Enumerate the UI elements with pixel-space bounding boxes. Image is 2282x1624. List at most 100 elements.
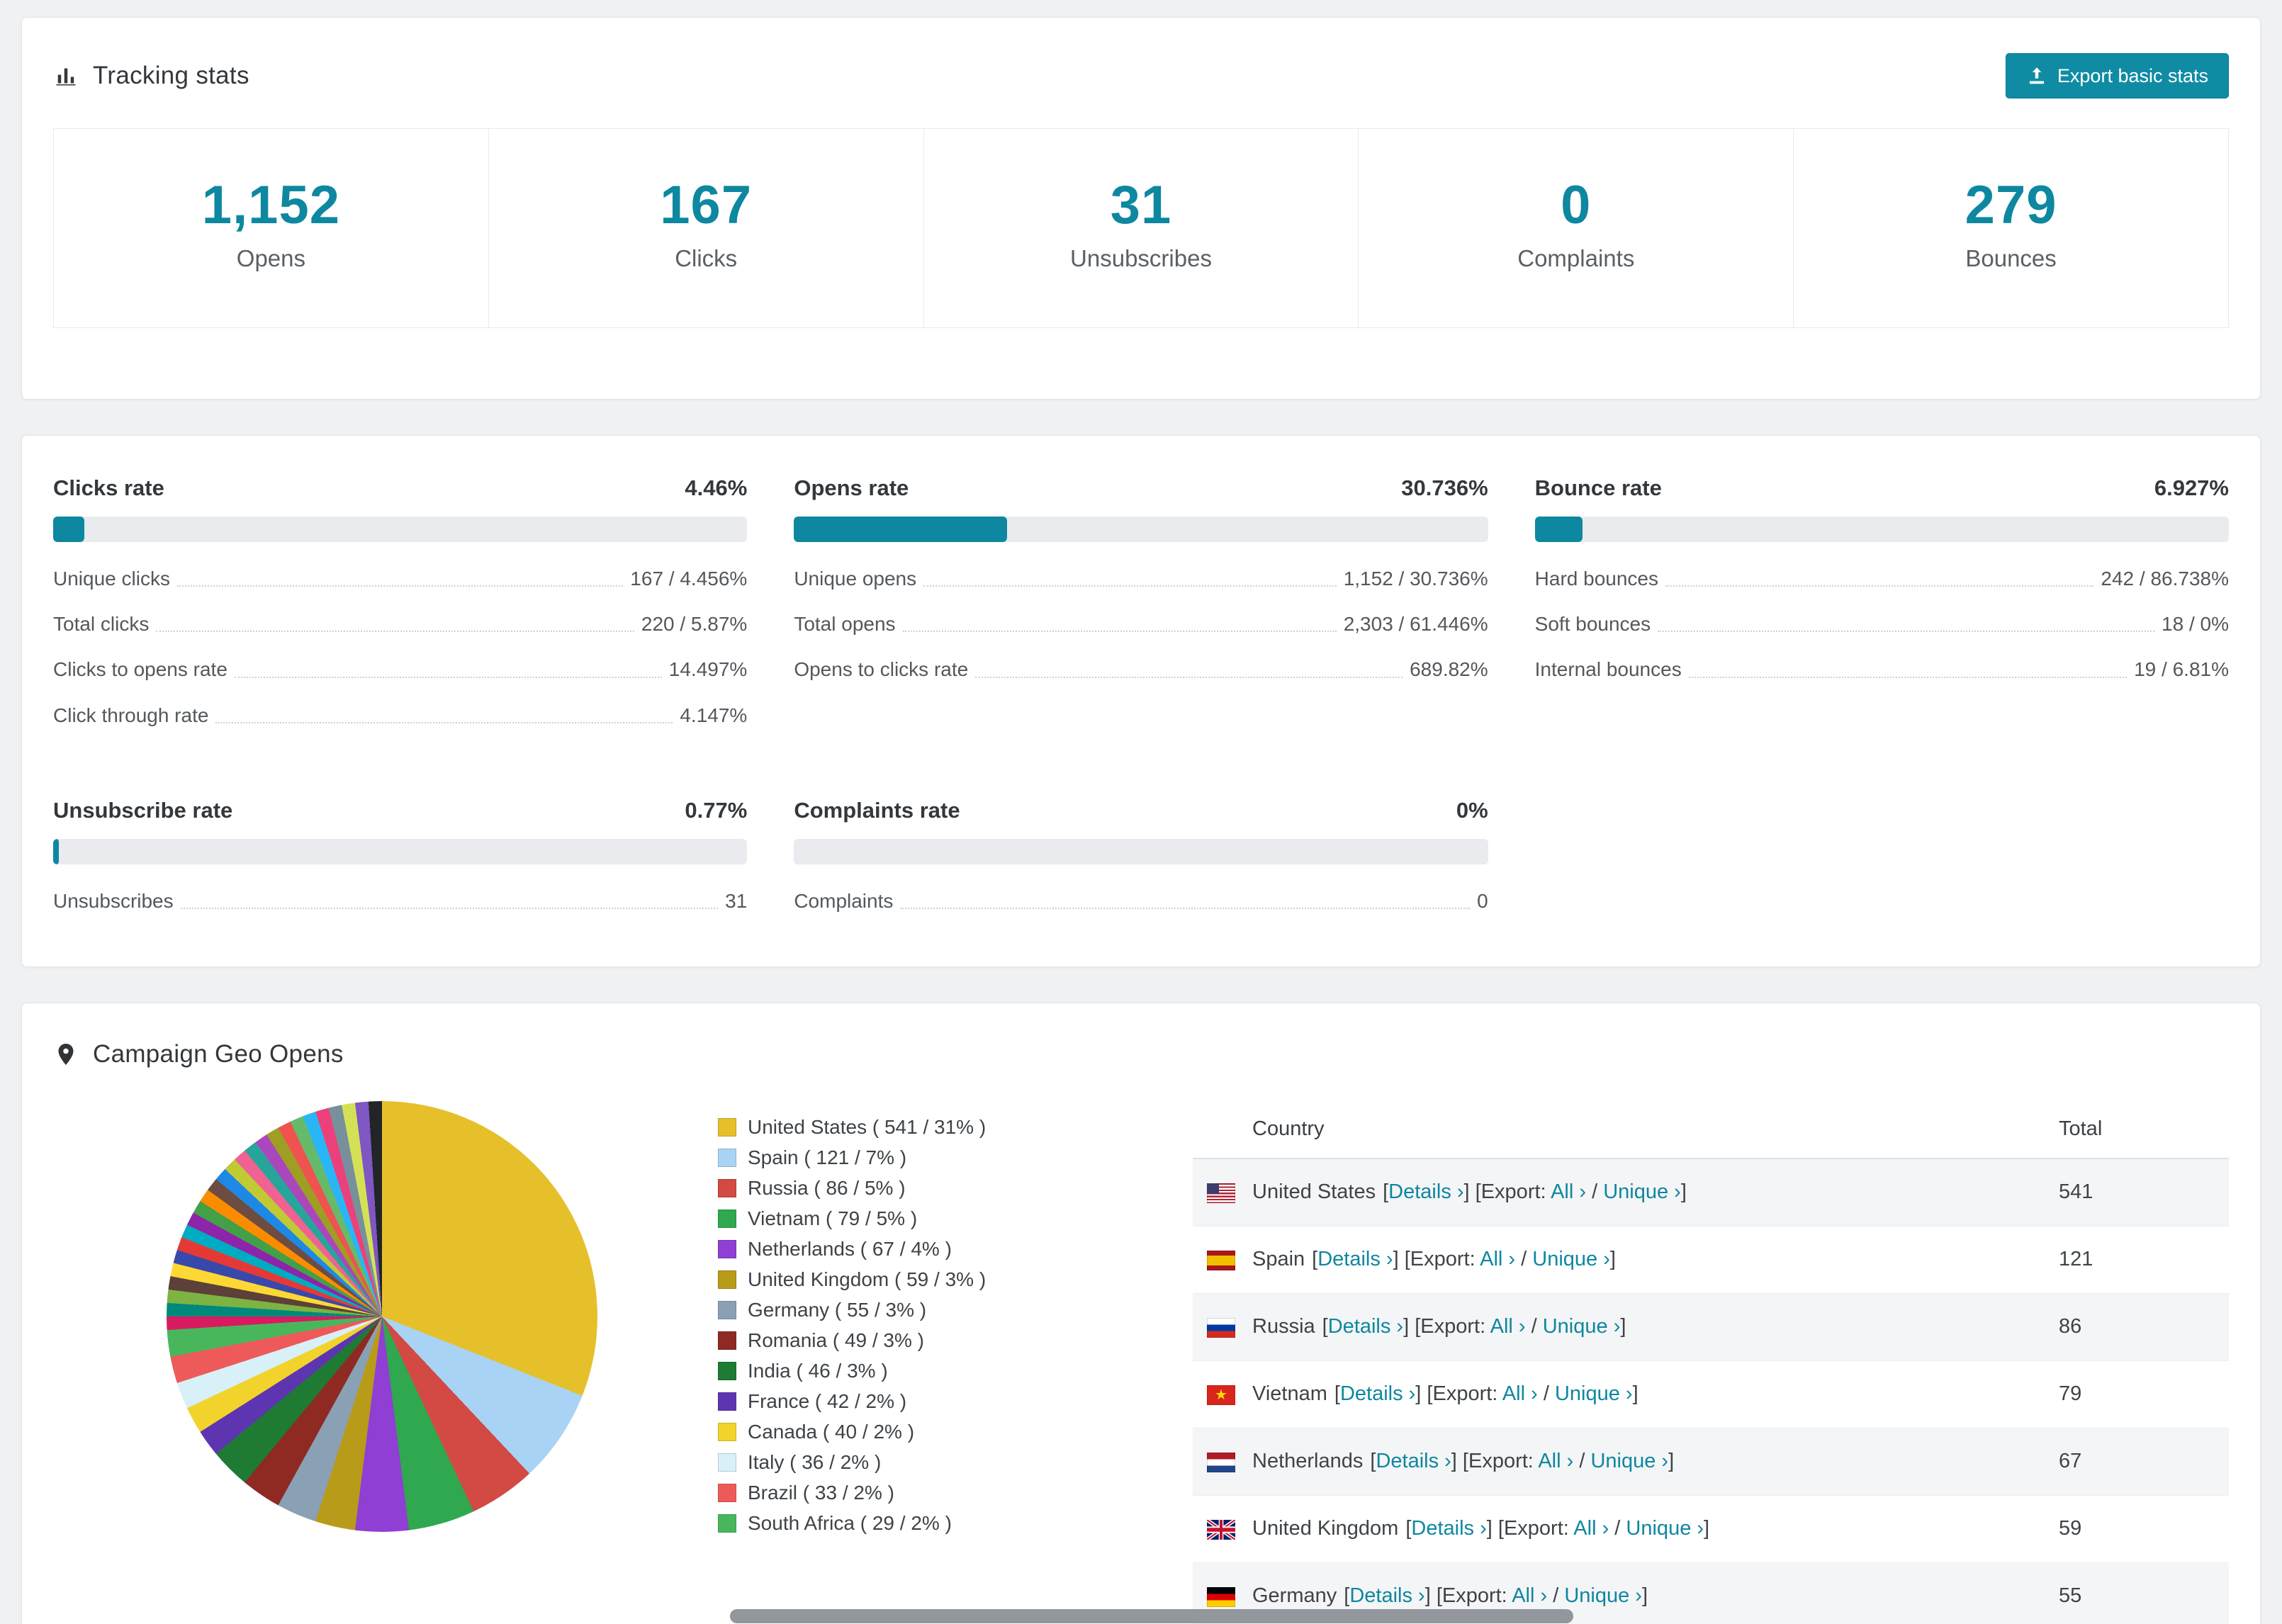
export-basic-stats-button[interactable]: Export basic stats xyxy=(2005,53,2229,98)
progress-bar-fill xyxy=(53,517,84,542)
legend-label: Russia ( 86 / 5% ) xyxy=(748,1177,906,1200)
slash: / xyxy=(1515,1248,1533,1271)
details-link[interactable]: Details › xyxy=(1328,1315,1403,1338)
export-unique-link[interactable]: Unique › xyxy=(1590,1450,1668,1472)
legend-item: Brazil ( 33 / 2% ) xyxy=(718,1478,1104,1509)
metric-value: 242 / 86.738% xyxy=(2101,568,2229,590)
metric-label: Click through rate xyxy=(53,704,209,726)
country-total: 59 xyxy=(2059,1517,2082,1540)
progress-bar-fill xyxy=(794,517,1008,542)
progress-bar xyxy=(53,517,748,542)
country-name: Vietnam xyxy=(1252,1382,1327,1406)
bracket: ] xyxy=(1609,1248,1616,1271)
bracket: ] xyxy=(1632,1382,1639,1406)
details-link[interactable]: Details › xyxy=(1340,1382,1415,1405)
legend-color-swatch xyxy=(718,1179,736,1198)
stat-box-opens: 1,152 Opens xyxy=(54,129,489,327)
geo-opens-content: United States ( 541 / 31% ) Spain ( 121 … xyxy=(53,1100,2229,1624)
export-all-link[interactable]: All › xyxy=(1502,1382,1538,1405)
metric-row: Complaints 0 xyxy=(794,879,1488,924)
legend-item: Russia ( 86 / 5% ) xyxy=(718,1173,1104,1204)
metric-label: Opens to clicks rate xyxy=(794,658,969,681)
slash: / xyxy=(1573,1450,1591,1473)
export-prefix: [Export: xyxy=(1497,1517,1569,1540)
metric-row: Internal bounces 19 / 6.81% xyxy=(1535,647,2229,692)
tracking-stats-header: Tracking stats Export basic stats xyxy=(53,53,2229,98)
legend-color-swatch xyxy=(718,1301,736,1320)
legend-item: Vietnam ( 79 / 5% ) xyxy=(718,1204,1104,1234)
rate-rows: Unique clicks 167 / 4.456% Total clicks … xyxy=(53,556,747,738)
country-name: United Kingdom xyxy=(1252,1517,1399,1540)
metric-value: 2,303 / 61.446% xyxy=(1343,613,1488,636)
bracket: ] xyxy=(1668,1450,1675,1473)
export-all-link[interactable]: All › xyxy=(1490,1315,1526,1338)
flag-nl-icon xyxy=(1207,1452,1235,1472)
rate-panel: Clicks rate 4.46% Unique clicks 167 / 4.… xyxy=(53,475,748,738)
legend-label: Canada ( 40 / 2% ) xyxy=(748,1421,915,1443)
country-cell: United States [Details ›] [Export: All › … xyxy=(1193,1180,2059,1204)
metric-row: Opens to clicks rate 689.82% xyxy=(794,647,1488,692)
rate-head: Complaints rate 0% xyxy=(794,798,1488,823)
country-cell: United Kingdom [Details ›] [Export: All ›… xyxy=(1193,1517,2059,1540)
bracket: ] xyxy=(1680,1180,1687,1204)
export-unique-link[interactable]: Unique › xyxy=(1626,1517,1704,1540)
rate-title: Clicks rate xyxy=(53,475,164,500)
rate-rows: Unique opens 1,152 / 30.736% Total opens… xyxy=(794,556,1488,693)
details-link[interactable]: Details › xyxy=(1349,1584,1424,1607)
flag-us-icon xyxy=(1207,1183,1235,1203)
bracket: ] xyxy=(1415,1382,1422,1406)
flag-vn-icon: ★ xyxy=(1207,1385,1235,1405)
export-unique-link[interactable]: Unique › xyxy=(1603,1180,1681,1203)
details-link[interactable]: Details › xyxy=(1411,1517,1486,1540)
stats-row: 1,152 Opens 167 Clicks 31 Unsubscribes 0… xyxy=(53,128,2229,328)
legend-label: United States ( 541 / 31% ) xyxy=(748,1116,987,1139)
table-row: United Kingdom [Details ›] [Export: All ›… xyxy=(1193,1496,2229,1563)
details-link[interactable]: Details › xyxy=(1388,1180,1463,1203)
export-all-link[interactable]: All › xyxy=(1480,1248,1515,1270)
rate-title: Bounce rate xyxy=(1534,475,1662,500)
rate-head: Opens rate 30.736% xyxy=(794,475,1488,501)
slash: / xyxy=(1586,1180,1604,1204)
export-unique-link[interactable]: Unique › xyxy=(1555,1382,1633,1405)
export-unique-link[interactable]: Unique › xyxy=(1564,1584,1642,1607)
bracket: [ xyxy=(1334,1382,1340,1406)
campaign-geo-opens-card: Campaign Geo Opens United States ( 541 /… xyxy=(21,1002,2261,1624)
country-name: Russia xyxy=(1252,1315,1315,1338)
progress-bar xyxy=(1534,517,2229,542)
details-link[interactable]: Details › xyxy=(1376,1450,1451,1472)
country-total: 541 xyxy=(2059,1180,2093,1204)
dotted-leader xyxy=(902,631,1337,633)
horizontal-scrollbar[interactable] xyxy=(0,1608,2282,1624)
country-column-header: Country xyxy=(1252,1117,1325,1141)
export-prefix: [Export: xyxy=(1427,1382,1498,1406)
dotted-leader xyxy=(900,907,1471,909)
export-all-link[interactable]: All › xyxy=(1551,1180,1586,1203)
stat-box-unsubscribes: 31 Unsubscribes xyxy=(924,129,1359,327)
rate-title: Complaints rate xyxy=(794,797,960,823)
metric-label: Total opens xyxy=(794,613,896,636)
metric-value: 220 / 5.87% xyxy=(641,613,748,636)
stat-label: Bounces xyxy=(1965,245,2057,271)
rate-head: Unsubscribe rate 0.77% xyxy=(53,798,747,823)
export-all-link[interactable]: All › xyxy=(1538,1450,1573,1472)
legend-label: Vietnam ( 79 / 5% ) xyxy=(748,1207,918,1230)
progress-bar-fill xyxy=(1534,517,1583,542)
bracket: [ xyxy=(1383,1180,1389,1204)
export-unique-link[interactable]: Unique › xyxy=(1532,1248,1610,1270)
export-unique-link[interactable]: Unique › xyxy=(1543,1315,1621,1338)
dotted-leader xyxy=(234,676,662,678)
details-link[interactable]: Details › xyxy=(1317,1248,1393,1270)
export-all-link[interactable]: All › xyxy=(1512,1584,1547,1607)
stat-value: 0 xyxy=(1561,175,1592,235)
horizontal-scrollbar-thumb[interactable] xyxy=(730,1609,1573,1623)
bracket: ] xyxy=(1463,1180,1470,1204)
export-all-link[interactable]: All › xyxy=(1573,1517,1609,1540)
metric-label: Internal bounces xyxy=(1534,658,1682,681)
metric-label: Unsubscribes xyxy=(53,889,174,912)
metric-value: 31 xyxy=(725,889,748,912)
legend-color-swatch xyxy=(718,1209,736,1229)
metric-row: Click through rate 4.147% xyxy=(53,693,747,738)
metric-row: Clicks to opens rate 14.497% xyxy=(53,647,747,692)
rate-rows: Hard bounces 242 / 86.738% Soft bounces … xyxy=(1535,556,2229,693)
bracket: ] xyxy=(1620,1315,1626,1338)
